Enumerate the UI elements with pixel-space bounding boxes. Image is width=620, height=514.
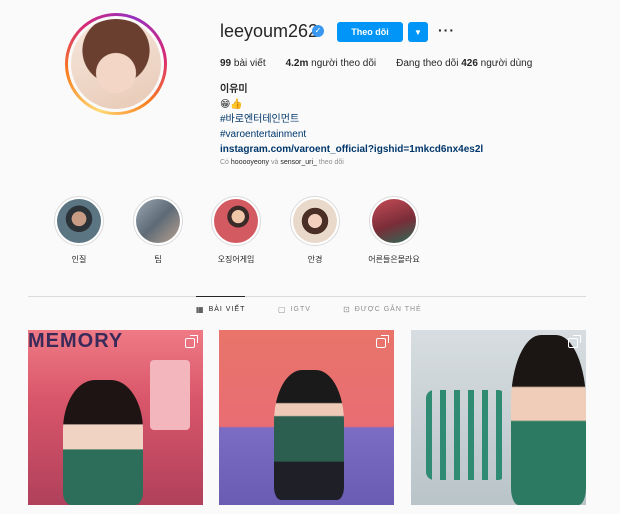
followed-suffix: theo dõi xyxy=(318,159,344,166)
highlight-item[interactable]: 안경 xyxy=(285,196,345,265)
highlight-item[interactable]: 어른들은몰라요 xyxy=(364,196,424,265)
tab-igtv-label: IGTV xyxy=(290,305,311,313)
post-thumbnail[interactable]: MEMORY xyxy=(28,330,203,505)
grid-icon: ▦ xyxy=(196,305,205,314)
tagged-icon: ⊡ xyxy=(343,304,351,314)
highlight-cover xyxy=(372,199,416,243)
suggested-dropdown-button[interactable]: ▼ xyxy=(408,22,428,42)
following-label: người dùng xyxy=(480,58,533,69)
follow-button[interactable]: Theo dõi xyxy=(337,22,403,42)
bio-emoji: 😁👍 xyxy=(220,99,243,110)
post-figure xyxy=(274,370,344,500)
profile-avatar-ring[interactable] xyxy=(65,13,167,115)
followers-stat[interactable]: 4.2m người theo dõi xyxy=(286,58,377,69)
highlight-item[interactable]: 팁 xyxy=(128,196,188,265)
profile-stats: 99 bài viết 4.2m người theo dõi Đang the… xyxy=(220,58,532,69)
display-name: 이유미 xyxy=(220,84,248,95)
highlight-item[interactable]: 오징어게임 xyxy=(206,196,266,265)
tab-tagged-label: ĐƯỢC GẮN THẺ xyxy=(354,305,422,313)
follower-link[interactable]: hooooyeony xyxy=(231,159,269,166)
post-sign-text: MEMORY xyxy=(28,330,124,352)
post-figure xyxy=(63,380,143,505)
tab-posts[interactable]: ▦ BÀI VIẾT xyxy=(196,296,246,322)
more-options-icon[interactable]: ··· xyxy=(438,22,455,38)
tab-posts-label: BÀI VIẾT xyxy=(208,306,246,313)
highlight-label: 인질 xyxy=(71,255,87,264)
hashtag-link[interactable]: #바로엔터테인먼트 xyxy=(220,112,483,127)
tab-tagged[interactable]: ⊡ ĐƯỢC GẮN THẺ xyxy=(343,296,422,322)
highlight-ring xyxy=(211,196,261,246)
avatar-frame xyxy=(68,16,164,112)
posts-label: bài viết xyxy=(233,58,266,69)
highlight-cover xyxy=(136,199,180,243)
post-thumbnail[interactable] xyxy=(411,330,586,505)
following-count: 426 xyxy=(461,58,478,69)
igtv-icon: ▢ xyxy=(278,304,287,314)
highlight-ring xyxy=(369,196,419,246)
highlight-label: 안경 xyxy=(307,255,323,264)
highlight-cover xyxy=(293,199,337,243)
profile-tabs: ▦ BÀI VIẾT ▢ IGTV ⊡ ĐƯỢC GẮN THẺ xyxy=(0,296,620,326)
post-figure xyxy=(426,390,506,480)
post-thumbnail[interactable] xyxy=(219,330,394,505)
highlight-cover xyxy=(214,199,258,243)
highlight-ring xyxy=(133,196,183,246)
followers-label: người theo dõi xyxy=(311,58,377,69)
posts-count: 99 xyxy=(220,58,232,69)
story-highlights: 인질 팁 오징어게임 안경 어른들은몰라요 xyxy=(0,196,620,276)
highlight-item[interactable]: 인질 xyxy=(49,196,109,265)
followers-count: 4.2m xyxy=(285,58,309,69)
post-decor xyxy=(150,360,190,430)
multiple-photos-icon xyxy=(185,335,198,348)
multiple-photos-icon xyxy=(376,335,389,348)
avatar[interactable] xyxy=(71,19,161,109)
username: leeyoum262 xyxy=(220,21,319,41)
followed-prefix: Có xyxy=(220,159,229,166)
tab-igtv[interactable]: ▢ IGTV xyxy=(278,296,311,322)
highlight-ring xyxy=(54,196,104,246)
highlight-ring xyxy=(290,196,340,246)
profile-bio: 이유미 😁👍 #바로엔터테인먼트 #varoentertainment inst… xyxy=(220,82,483,157)
followed-and: và xyxy=(271,159,279,166)
post-figure xyxy=(511,335,586,505)
posts-stat: 99 bài viết xyxy=(220,58,266,69)
verified-badge-icon: ✓ xyxy=(312,25,324,37)
multiple-photos-icon xyxy=(568,335,581,348)
followed-by-text: Có hooooyeony và sensor_uri_ theo dõi xyxy=(220,159,344,166)
highlight-label: 어른들은몰라요 xyxy=(368,255,420,264)
hashtag-link[interactable]: #varoentertainment xyxy=(220,127,483,142)
website-link[interactable]: instagram.com/varoent_official?igshid=1m… xyxy=(220,142,483,157)
following-stat[interactable]: Đang theo dõi 426 người dùng xyxy=(396,58,532,69)
highlight-label: 오징어게임 xyxy=(217,255,255,264)
chevron-down-icon: ▼ xyxy=(414,27,422,37)
following-prefix: Đang theo dõi xyxy=(396,58,459,69)
follower-link[interactable]: sensor_uri_ xyxy=(280,159,317,166)
highlight-cover xyxy=(57,199,101,243)
highlight-label: 팁 xyxy=(154,255,162,264)
